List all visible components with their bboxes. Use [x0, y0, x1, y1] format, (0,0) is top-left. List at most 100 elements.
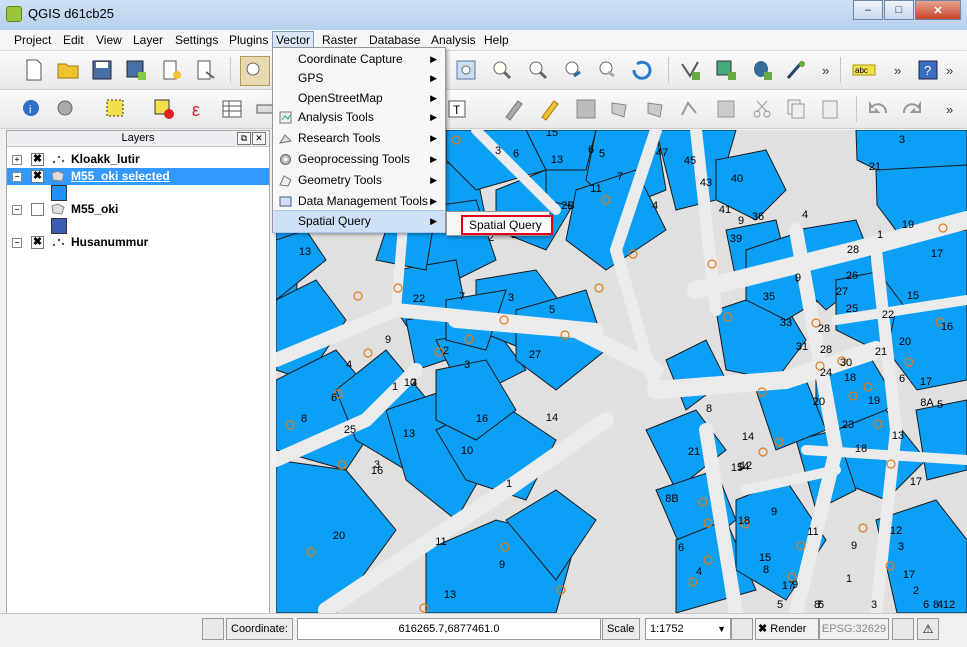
- toolbar-overflow-icon-4[interactable]: »: [946, 102, 953, 117]
- parcel-label: 36: [752, 211, 764, 223]
- open-project-icon[interactable]: [54, 56, 82, 84]
- menu-item-research-tools[interactable]: Research Tools ▶: [273, 128, 445, 149]
- delete-selected-icon[interactable]: [712, 95, 740, 123]
- parcel-label: 33: [780, 317, 792, 329]
- add-wms-layer-icon[interactable]: [782, 56, 810, 84]
- menu-item-coordinate-capture[interactable]: Coordinate Capture ▶: [273, 49, 445, 70]
- layer-name: Kloakk_lutir: [71, 152, 140, 166]
- crs-status-button[interactable]: EPSG:32629: [819, 618, 889, 640]
- zoom-to-layer-icon[interactable]: [524, 56, 552, 84]
- toggle-editing-icon[interactable]: [536, 95, 564, 123]
- paste-features-icon[interactable]: [816, 95, 844, 123]
- save-as-icon[interactable]: [122, 56, 150, 84]
- save-edits-icon[interactable]: [572, 95, 600, 123]
- render-checkbox[interactable]: ✖ Render: [755, 618, 819, 640]
- layer-visibility-checkbox[interactable]: ✖: [31, 236, 44, 249]
- menu-item-label: Geoprocessing Tools: [298, 152, 410, 166]
- add-raster-layer-icon[interactable]: [712, 56, 740, 84]
- stop-render-icon[interactable]: [731, 618, 753, 640]
- mouse-coordinates-toggle-icon[interactable]: [202, 618, 224, 640]
- add-feature-icon[interactable]: [606, 95, 634, 123]
- menu-item-geometry-tools[interactable]: Geometry Tools ▶: [273, 170, 445, 191]
- coordinate-field[interactable]: 616265.7,6877461.0: [297, 618, 601, 640]
- menu-item-geoprocessing-tools[interactable]: Geoprocessing Tools ▶: [273, 149, 445, 170]
- menu-layer[interactable]: Layer: [130, 32, 166, 48]
- zoom-full-icon[interactable]: [452, 56, 480, 84]
- layer-visibility-checkbox[interactable]: ✖: [31, 153, 44, 166]
- parcel-label: 6: [331, 392, 337, 404]
- composer-manager-icon[interactable]: [192, 56, 220, 84]
- layer-item-m55-oki[interactable]: − M55_oki: [7, 201, 269, 218]
- zoom-next-icon[interactable]: [594, 56, 622, 84]
- menu-view[interactable]: View: [93, 32, 125, 48]
- zoom-to-selection-icon[interactable]: [488, 56, 516, 84]
- redo-icon[interactable]: [898, 95, 926, 123]
- layer-visibility-checkbox[interactable]: ✖: [31, 170, 44, 183]
- parcel-label: 45: [684, 155, 696, 167]
- collapse-icon[interactable]: −: [12, 205, 22, 215]
- refresh-icon[interactable]: [628, 56, 656, 84]
- layer-symbol-swatch[interactable]: [51, 185, 67, 201]
- projection-icon[interactable]: [892, 618, 914, 640]
- menu-item-spatial-query[interactable]: Spatial Query ▶: [273, 210, 445, 233]
- new-print-composer-icon[interactable]: [158, 56, 186, 84]
- close-button[interactable]: ✕: [915, 0, 961, 20]
- menu-plugins[interactable]: Plugins: [226, 32, 271, 48]
- move-feature-icon[interactable]: [642, 95, 670, 123]
- select-features-icon[interactable]: [102, 95, 130, 123]
- layer-symbol-swatch[interactable]: [51, 218, 67, 234]
- undo-icon[interactable]: [864, 95, 892, 123]
- parcel-label: 9: [771, 506, 777, 518]
- menu-item-openstreetmap[interactable]: OpenStreetMap ▶: [273, 88, 445, 109]
- node-tool-icon[interactable]: [676, 95, 704, 123]
- zoom-last-icon[interactable]: [560, 56, 588, 84]
- menu-item-analysis-tools[interactable]: Analysis Tools ▶: [273, 107, 445, 128]
- messages-warning-icon[interactable]: ⚠: [917, 618, 939, 640]
- maximize-button[interactable]: □: [884, 0, 914, 20]
- minimize-button[interactable]: –: [853, 0, 883, 20]
- toolbar-overflow-icon-3[interactable]: »: [946, 63, 953, 78]
- collapse-icon[interactable]: −: [12, 172, 22, 182]
- scale-combobox[interactable]: 1:1752 ▼: [645, 618, 731, 640]
- action-icon[interactable]: [52, 95, 80, 123]
- parcel-label: 8: [763, 564, 769, 576]
- layer-item-m55-oki-selected[interactable]: − ✖ M55_oki selected: [7, 168, 269, 185]
- menu-edit[interactable]: Edit: [60, 32, 87, 48]
- point-layer-icon: [52, 238, 65, 247]
- toolbar-overflow-icon[interactable]: »: [822, 63, 829, 78]
- label-tool-icon[interactable]: abc: [850, 56, 878, 84]
- layer-visibility-checkbox[interactable]: [31, 203, 44, 216]
- attribute-table-icon[interactable]: [218, 95, 246, 123]
- toolbar-overflow-icon-2[interactable]: »: [894, 63, 901, 78]
- menu-item-data-management-tools[interactable]: Data Management Tools ▶: [273, 191, 445, 212]
- cut-features-icon[interactable]: [748, 95, 776, 123]
- close-panel-icon[interactable]: ✕: [252, 132, 266, 145]
- menu-database[interactable]: Database: [366, 32, 423, 48]
- pan-map-icon[interactable]: [240, 56, 270, 86]
- save-project-icon[interactable]: [88, 56, 116, 84]
- menu-project[interactable]: Project: [11, 32, 54, 48]
- menu-help[interactable]: Help: [481, 32, 512, 48]
- identify-icon[interactable]: i: [18, 95, 46, 123]
- float-panel-icon[interactable]: ⧉: [237, 132, 251, 145]
- menu-item-gps[interactable]: GPS ▶: [273, 68, 445, 89]
- current-edits-icon[interactable]: [500, 95, 528, 123]
- copy-features-icon[interactable]: [782, 95, 810, 123]
- new-project-icon[interactable]: [20, 56, 48, 84]
- layer-item-husanummur[interactable]: − ✖ Husanummur: [7, 234, 269, 251]
- parcel-label: 21: [688, 446, 700, 458]
- collapse-icon[interactable]: −: [12, 238, 22, 248]
- layer-item-kloakk-lutir[interactable]: + ✖ Kloakk_lutir: [7, 151, 269, 168]
- menu-settings[interactable]: Settings: [172, 32, 221, 48]
- deselect-icon[interactable]: [150, 95, 178, 123]
- menu-analysis[interactable]: Analysis: [428, 32, 479, 48]
- text-annotation-icon[interactable]: T: [444, 95, 472, 123]
- help-icon[interactable]: ?: [914, 56, 942, 84]
- menu-item-label: Data Management Tools: [298, 194, 428, 208]
- menu-raster[interactable]: Raster: [319, 32, 360, 48]
- expand-icon[interactable]: +: [12, 155, 22, 165]
- field-calculator-icon[interactable]: ε: [186, 95, 214, 123]
- add-postgis-layer-icon[interactable]: [748, 56, 776, 84]
- add-vector-layer-icon[interactable]: [676, 56, 704, 84]
- submenu-item-spatial-query[interactable]: Spatial Query: [461, 215, 553, 235]
